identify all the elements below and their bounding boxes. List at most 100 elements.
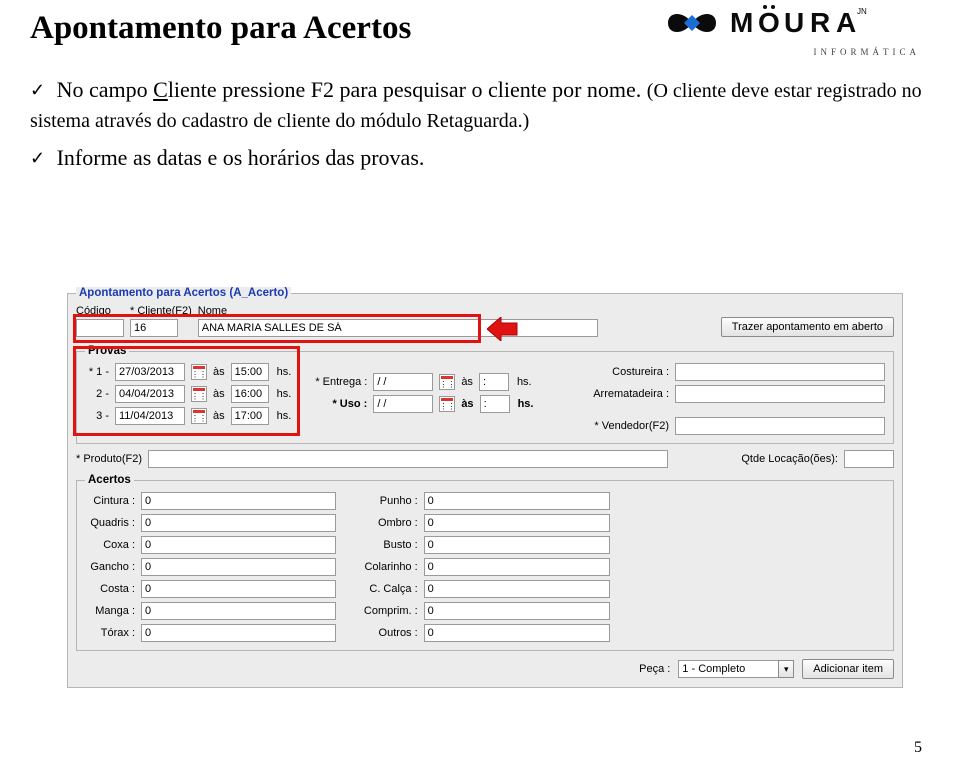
colarinho-input[interactable] <box>424 558 611 576</box>
comprim-input[interactable] <box>424 602 611 620</box>
gancho-input[interactable] <box>141 558 336 576</box>
svg-text:A: A <box>836 7 856 38</box>
busto-label: Busto : <box>360 539 418 551</box>
ombro-label: Ombro : <box>360 517 418 529</box>
as-label: às <box>461 376 473 388</box>
outros-input[interactable] <box>424 624 611 642</box>
root-fieldset: Apontamento para Acertos (A_Acerto) Códi… <box>67 287 903 688</box>
vendedor-label: * Vendedor(F2) <box>585 420 669 432</box>
bullet-list: ✓ No campo Cliente pressione F2 para pes… <box>30 75 930 173</box>
provas-legend: Provas <box>85 345 129 357</box>
trazer-button[interactable]: Trazer apontamento em aberto <box>721 317 894 337</box>
entrega-label: * Entrega : <box>311 376 367 388</box>
nome-input[interactable] <box>198 319 598 337</box>
uso-date[interactable] <box>373 395 433 413</box>
cintura-label: Cintura : <box>85 495 135 507</box>
codigo-input[interactable] <box>76 319 124 337</box>
quadris-label: Quadris : <box>85 517 135 529</box>
punho-label: Punho : <box>360 495 418 507</box>
acertos-fieldset: Acertos Cintura : Quadris : Coxa : Ganch… <box>76 474 894 651</box>
costureira-input[interactable] <box>675 363 885 381</box>
acertos-legend: Acertos <box>85 474 134 486</box>
p2-label: 2 - <box>85 388 109 400</box>
p2-time[interactable] <box>231 385 269 403</box>
p1-label: * 1 - <box>85 366 109 378</box>
p1-date[interactable] <box>115 363 185 381</box>
calendar-icon[interactable]: ⋮⋮ <box>191 364 207 380</box>
arrematadeira-input[interactable] <box>675 385 885 403</box>
p2-date[interactable] <box>115 385 185 403</box>
busto-input[interactable] <box>424 536 611 554</box>
p1-time[interactable] <box>231 363 269 381</box>
as-label: às <box>213 366 225 378</box>
p3-time[interactable] <box>231 407 269 425</box>
torax-label: Tórax : <box>85 627 135 639</box>
hs-label: hs. <box>277 410 292 422</box>
outros-label: Outros : <box>360 627 418 639</box>
peca-combo[interactable]: ▾ <box>678 660 794 678</box>
svg-text:M: M <box>730 7 754 38</box>
bullet-1-client: C <box>153 77 168 102</box>
cliente-input[interactable] <box>130 319 178 337</box>
app-screenshot: Apontamento para Acertos (A_Acerto) Códi… <box>67 287 903 688</box>
coxa-input[interactable] <box>141 536 336 554</box>
calendar-icon[interactable]: ⋮⋮ <box>191 408 207 424</box>
calendar-icon[interactable]: ⋮⋮ <box>439 396 455 412</box>
entrega-date[interactable] <box>373 373 433 391</box>
check-icon: ✓ <box>30 148 45 168</box>
punho-input[interactable] <box>424 492 611 510</box>
page-number: 5 <box>914 739 922 757</box>
hs-label: hs. <box>277 366 292 378</box>
qtde-label: Qtde Locação(ões): <box>741 453 838 465</box>
svg-text:O: O <box>758 7 780 38</box>
ccalca-label: C. Calça : <box>360 583 418 595</box>
bullet-2-text: Informe as datas e os horários das prova… <box>57 145 425 170</box>
logo: M O U R A JN INFORMÁTICA <box>660 2 920 57</box>
p3-label: 3 - <box>85 410 109 422</box>
uso-label: * Uso : <box>311 398 367 410</box>
comprim-label: Comprim. : <box>360 605 418 617</box>
bullet-1-rest: pressione F2 para pesquisar o cliente po… <box>217 77 647 102</box>
ccalca-input[interactable] <box>424 580 611 598</box>
p3-date[interactable] <box>115 407 185 425</box>
quadris-input[interactable] <box>141 514 336 532</box>
bullet-1-prefix: No campo <box>57 77 154 102</box>
svg-text:JN: JN <box>857 7 867 16</box>
arrow-left-icon <box>487 317 521 341</box>
arrematadeira-label: Arrematadeira : <box>585 388 669 400</box>
costa-label: Costa : <box>85 583 135 595</box>
qtde-input[interactable] <box>844 450 894 468</box>
calendar-icon[interactable]: ⋮⋮ <box>191 386 207 402</box>
manga-label: Manga : <box>85 605 135 617</box>
cliente-label: * Cliente(F2) <box>130 305 192 317</box>
colarinho-label: Colarinho : <box>360 561 418 573</box>
cintura-input[interactable] <box>141 492 336 510</box>
as-label: às <box>213 388 225 400</box>
uso-time[interactable] <box>480 395 510 413</box>
peca-input[interactable] <box>678 660 778 678</box>
torax-input[interactable] <box>141 624 336 642</box>
peca-label: Peça : <box>639 663 670 675</box>
vendedor-input[interactable] <box>675 417 885 435</box>
bullet-2: ✓ Informe as datas e os horários das pro… <box>30 143 930 173</box>
ombro-input[interactable] <box>424 514 611 532</box>
check-icon: ✓ <box>30 80 45 100</box>
as-label: às <box>213 410 225 422</box>
add-item-button[interactable]: Adicionar item <box>802 659 894 679</box>
bullet-1: ✓ No campo Cliente pressione F2 para pes… <box>30 75 930 135</box>
costureira-label: Costureira : <box>585 366 669 378</box>
chevron-down-icon[interactable]: ▾ <box>778 660 794 678</box>
calendar-icon[interactable]: ⋮⋮ <box>439 374 455 390</box>
provas-fieldset: Provas * 1 - ⋮⋮ às hs. 2 - <box>76 345 894 444</box>
hs-label-bold: hs. <box>518 398 534 410</box>
as-label-bold: às <box>461 398 473 410</box>
svg-text:R: R <box>810 7 830 38</box>
produto-label: * Produto(F2) <box>76 453 142 465</box>
manga-input[interactable] <box>141 602 336 620</box>
produto-input[interactable] <box>148 450 668 468</box>
entrega-time[interactable] <box>479 373 509 391</box>
hs-label: hs. <box>277 388 292 400</box>
hs-label: hs. <box>517 376 532 388</box>
svg-text:U: U <box>784 7 804 38</box>
costa-input[interactable] <box>141 580 336 598</box>
